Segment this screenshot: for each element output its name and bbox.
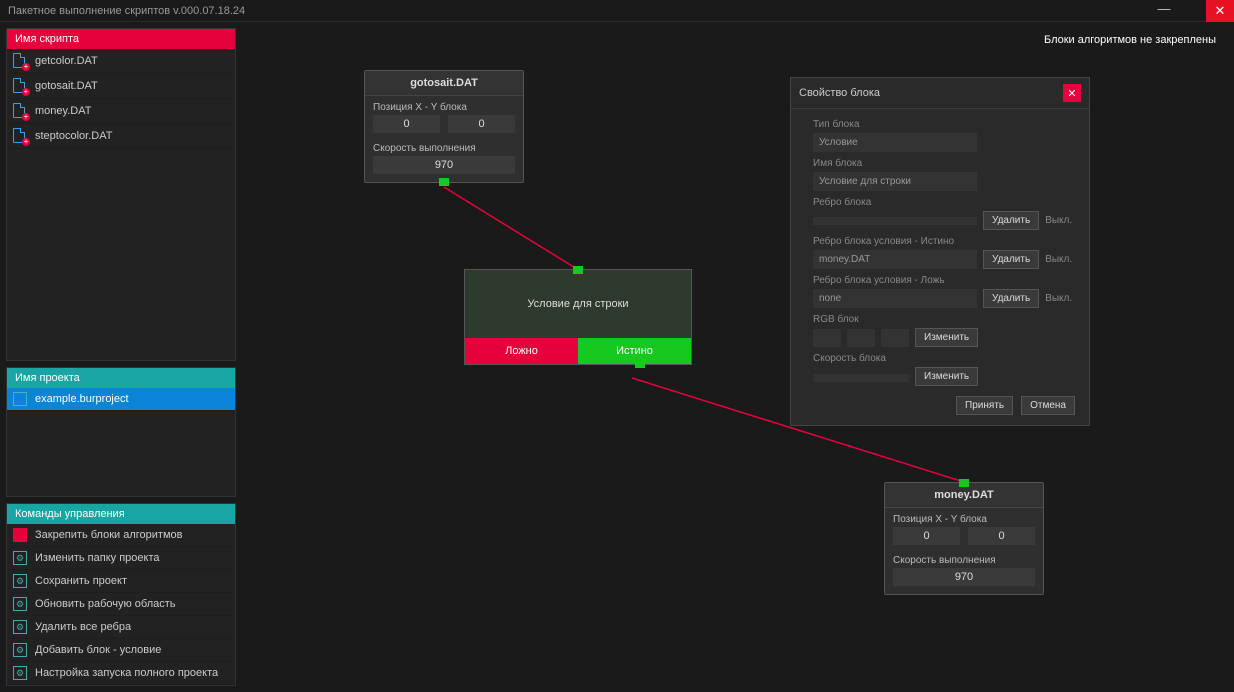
- sidebar: Имя скрипта + getcolor.DAT + gotosait.DA…: [0, 22, 242, 692]
- command-change-folder[interactable]: ⚙Изменить папку проекта: [7, 547, 235, 570]
- file-add-icon: +: [13, 103, 27, 119]
- port-in[interactable]: [959, 479, 969, 487]
- script-name: gotosait.DAT: [35, 80, 98, 92]
- field-label: Тип блока: [813, 119, 1075, 130]
- projects-panel: Имя проекта example.burproject: [6, 367, 236, 497]
- node-condition[interactable]: Условие для строки Ложно Истино: [464, 269, 692, 365]
- projects-header: Имя проекта: [7, 368, 235, 388]
- field-label: Скорость блока: [813, 353, 1075, 364]
- command-run-settings[interactable]: ⚙Настройка запуска полного проекта: [7, 662, 235, 685]
- commands-header: Команды управления: [7, 504, 235, 524]
- change-button[interactable]: Изменить: [915, 328, 978, 347]
- accept-button[interactable]: Принять: [956, 396, 1013, 415]
- node-title: gotosait.DAT: [365, 71, 523, 96]
- condition-false[interactable]: Ложно: [465, 338, 578, 364]
- block-name-input[interactable]: Условие для строки: [813, 172, 977, 191]
- file-add-icon: +: [13, 128, 27, 144]
- file-add-icon: +: [13, 78, 27, 94]
- script-item[interactable]: + getcolor.DAT: [7, 49, 235, 74]
- block-edge-true-input[interactable]: money.DAT: [813, 250, 977, 269]
- window-controls: — ✕: [1150, 0, 1234, 21]
- node-money[interactable]: money.DAT Позиция X - Y блока 0 0 Скорос…: [884, 482, 1044, 595]
- node-speed-label: Скорость выполнения: [365, 137, 523, 156]
- project-name: example.burproject: [35, 393, 129, 405]
- node-pos-x[interactable]: 0: [373, 115, 440, 133]
- field-label: Ребро блока условия - Истино: [813, 236, 1075, 247]
- file-add-icon: +: [13, 53, 27, 69]
- field-label: Ребро блока: [813, 197, 1075, 208]
- port-in[interactable]: [573, 266, 583, 274]
- block-speed-input[interactable]: [813, 374, 909, 382]
- delete-button[interactable]: Удалить: [983, 289, 1039, 308]
- node-pos-label: Позиция X - Y блока: [365, 96, 523, 115]
- gear-icon: ⚙: [13, 574, 27, 588]
- gear-icon: ⚙: [13, 643, 27, 657]
- block-type-input[interactable]: Условие: [813, 133, 977, 152]
- titlebar: Пакетное выполнение скриптов v.000.07.18…: [0, 0, 1234, 22]
- off-label: Выкл.: [1045, 254, 1072, 265]
- script-item[interactable]: + steptocolor.DAT: [7, 124, 235, 149]
- gear-icon: ⚙: [13, 597, 27, 611]
- cancel-button[interactable]: Отмена: [1021, 396, 1075, 415]
- block-edge-false-input[interactable]: none: [813, 289, 977, 308]
- field-label: Имя блока: [813, 158, 1075, 169]
- script-name: steptocolor.DAT: [35, 130, 112, 142]
- canvas[interactable]: Блоки алгоритмов не закреплены gotosait.…: [242, 22, 1234, 692]
- dialog-title: Свойство блока: [799, 87, 880, 99]
- gear-icon: ⚙: [13, 551, 27, 565]
- off-label: Выкл.: [1045, 293, 1072, 304]
- maximize-button[interactable]: [1178, 0, 1206, 22]
- project-icon: [13, 392, 27, 406]
- node-speed-label: Скорость выполнения: [885, 549, 1043, 568]
- pin-icon: [13, 528, 27, 542]
- port-out[interactable]: [439, 178, 449, 186]
- node-pos-y[interactable]: 0: [968, 527, 1035, 545]
- command-save-project[interactable]: ⚙Сохранить проект: [7, 570, 235, 593]
- node-pos-label: Позиция X - Y блока: [885, 508, 1043, 527]
- condition-title: Условие для строки: [465, 270, 691, 338]
- command-pin-blocks[interactable]: Закрепить блоки алгоритмов: [7, 524, 235, 547]
- change-button[interactable]: Изменить: [915, 367, 978, 386]
- scripts-header: Имя скрипта: [7, 29, 235, 49]
- minimize-button[interactable]: —: [1150, 0, 1178, 22]
- window-title: Пакетное выполнение скриптов v.000.07.18…: [8, 5, 245, 17]
- script-item[interactable]: + money.DAT: [7, 99, 235, 124]
- command-delete-edges[interactable]: ⚙Удалить все ребра: [7, 616, 235, 639]
- gear-icon: ⚙: [13, 620, 27, 634]
- command-add-condition[interactable]: ⚙Добавить блок - условие: [7, 639, 235, 662]
- scripts-panel: Имя скрипта + getcolor.DAT + gotosait.DA…: [6, 28, 236, 361]
- off-label: Выкл.: [1045, 215, 1072, 226]
- script-name: money.DAT: [35, 105, 91, 117]
- commands-panel: Команды управления Закрепить блоки алгор…: [6, 503, 236, 686]
- node-gotosait[interactable]: gotosait.DAT Позиция X - Y блока 0 0 Ско…: [364, 70, 524, 183]
- script-item[interactable]: + gotosait.DAT: [7, 74, 235, 99]
- field-label: Ребро блока условия - Ложь: [813, 275, 1075, 286]
- node-speed[interactable]: 970: [373, 156, 515, 174]
- properties-dialog[interactable]: Свойство блока ✕ Тип блока Условие Имя б…: [790, 77, 1090, 426]
- rgb-b-input[interactable]: [881, 329, 909, 347]
- close-button[interactable]: ✕: [1206, 0, 1234, 22]
- port-out-true[interactable]: [635, 360, 645, 368]
- command-refresh-workspace[interactable]: ⚙Обновить рабочую область: [7, 593, 235, 616]
- field-label: RGB блок: [813, 314, 1075, 325]
- delete-button[interactable]: Удалить: [983, 211, 1039, 230]
- dialog-close-button[interactable]: ✕: [1063, 84, 1081, 102]
- rgb-g-input[interactable]: [847, 329, 875, 347]
- rgb-r-input[interactable]: [813, 329, 841, 347]
- gear-icon: ⚙: [13, 666, 27, 680]
- node-pos-y[interactable]: 0: [448, 115, 515, 133]
- project-item[interactable]: example.burproject: [7, 388, 235, 411]
- node-speed[interactable]: 970: [893, 568, 1035, 586]
- script-name: getcolor.DAT: [35, 55, 98, 67]
- block-edge-input[interactable]: [813, 217, 977, 225]
- canvas-status: Блоки алгоритмов не закреплены: [1044, 34, 1216, 46]
- delete-button[interactable]: Удалить: [983, 250, 1039, 269]
- node-pos-x[interactable]: 0: [893, 527, 960, 545]
